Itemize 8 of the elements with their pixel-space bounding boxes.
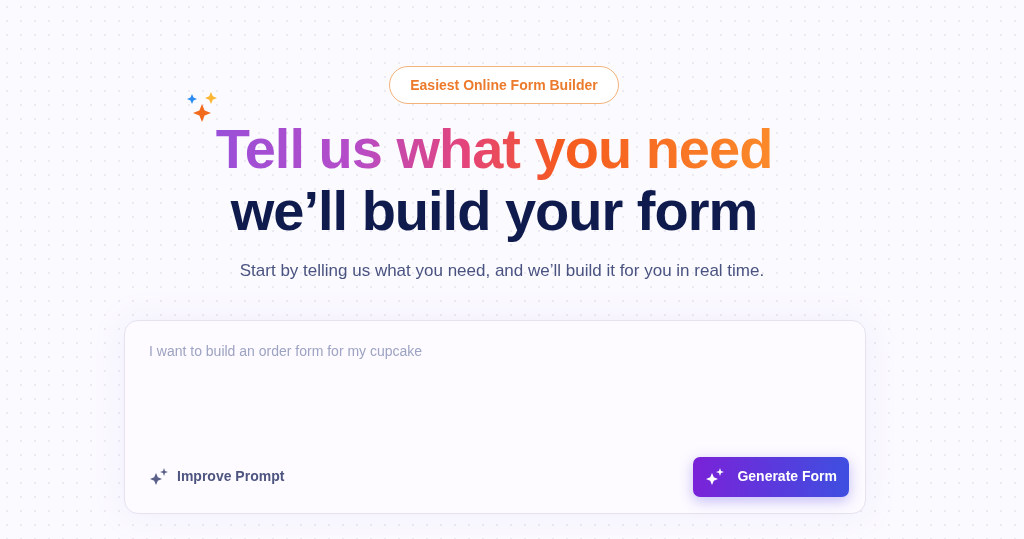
generate-form-button[interactable]: Generate Form — [693, 456, 849, 497]
sparkle-icon — [705, 466, 726, 487]
tagline-badge: Easiest Online Form Builder — [389, 66, 619, 104]
improve-prompt-button[interactable]: Improve Prompt — [149, 466, 285, 487]
headline: we’ll build your form — [230, 180, 758, 242]
subtitle: Start by telling us what you need, and we’ll build it for you in real time. — [239, 260, 765, 282]
prompt-field[interactable]: I want to build an order form for my cupcake Improve Prompt Generate Form — [124, 319, 866, 514]
sparkle-icon — [149, 466, 169, 487]
